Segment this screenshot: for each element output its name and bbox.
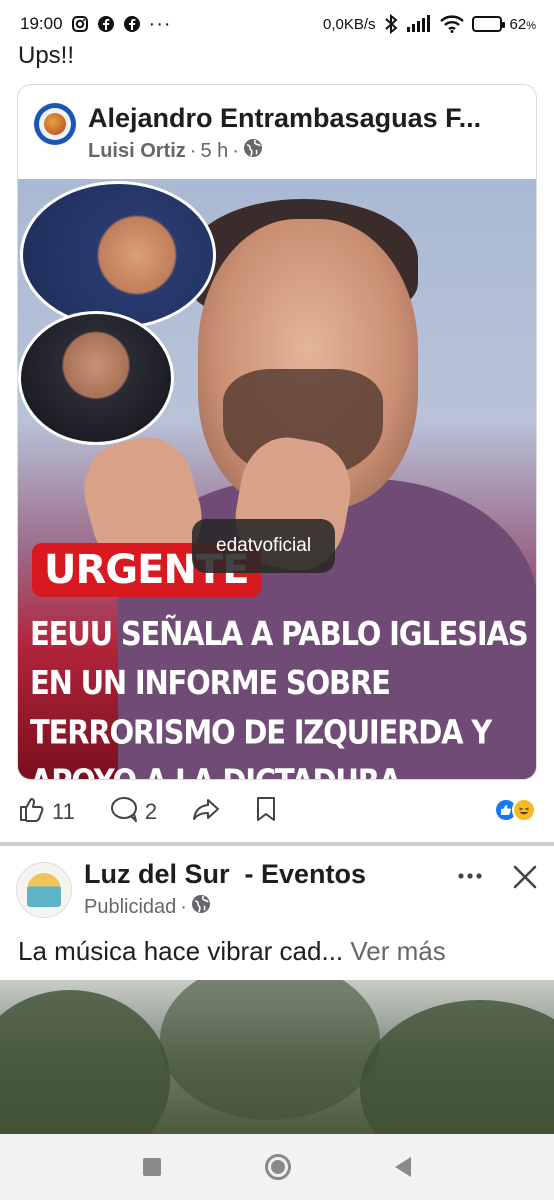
author-name[interactable]: Luisi Ortiz (88, 140, 186, 163)
system-nav-bar (0, 1134, 554, 1200)
headline-line: TERRORISMO DE IZQUIERDA Y (30, 713, 492, 752)
watermark-label: edatvoficial (192, 519, 336, 573)
meta-separator: · (232, 139, 239, 162)
shared-post-header: Alejandro Entrambasaguas F... Luisi Orti… (18, 85, 536, 179)
wifi-icon (439, 15, 464, 33)
battery-icon (471, 16, 505, 32)
haha-reaction-icon (512, 798, 536, 822)
feed-divider (0, 842, 554, 846)
image-headline: EEUU SEÑALA A PABLO IGLESIAS EN UN INFOR… (30, 609, 530, 779)
comment-icon (109, 795, 139, 829)
battery-percent: 62 (509, 15, 527, 33)
ad-caption-text: La música hace vibrar cad... (18, 936, 344, 966)
network-speed: 0,0KB/s (323, 15, 376, 33)
status-time: 19:00 (20, 14, 63, 33)
globe-icon (191, 894, 211, 920)
share-button[interactable] (191, 795, 221, 829)
like-button[interactable]: 11 (18, 795, 75, 829)
battery-unit: % (526, 19, 536, 32)
close-icon[interactable] (512, 864, 538, 895)
facebook-icon (97, 15, 115, 33)
inset-photo-bottom (18, 311, 174, 445)
more-dots-icon: ··· (148, 12, 172, 35)
reaction-summary[interactable] (494, 798, 536, 822)
bookmark-icon (255, 795, 277, 829)
recents-square-icon[interactable] (143, 1158, 161, 1176)
like-count: 11 (52, 799, 75, 824)
ad-media[interactable] (0, 980, 554, 1134)
ad-caption: La música hace vibrar cad... Ver más (18, 936, 446, 967)
ad-post-header: Luz del Sur - Eventos Publicidad · (0, 856, 554, 932)
meta-separator: · (180, 895, 187, 918)
thumbs-up-icon (18, 795, 46, 829)
signal-icon (406, 15, 432, 33)
comment-count: 2 (144, 799, 158, 824)
back-triangle-icon[interactable] (395, 1157, 411, 1177)
status-bar: 19:00 ··· 0,0KB/s 62% (0, 0, 554, 48)
media-tree-shape (360, 1000, 554, 1134)
bluetooth-icon (384, 14, 398, 34)
sponsored-label[interactable]: Publicidad (84, 896, 176, 919)
more-options-icon[interactable] (456, 864, 484, 893)
post-meta: Luisi Ortiz · 5 h · (88, 138, 520, 164)
comment-button[interactable]: 2 (109, 795, 157, 829)
shared-post-card[interactable]: Alejandro Entrambasaguas F... Luisi Orti… (17, 84, 537, 780)
see-more-link[interactable]: Ver más (350, 936, 445, 966)
meta-separator: · (189, 139, 197, 162)
post-text: Ups!! (18, 42, 75, 69)
post-image[interactable]: URGENTE edatvoficial EEUU SEÑALA A PABLO… (18, 179, 536, 779)
ad-meta: Publicidad · (84, 894, 444, 920)
post-time[interactable]: 5 h (200, 140, 228, 163)
post-action-bar: 11 2 (0, 790, 554, 834)
advertiser-name[interactable]: Luz del Sur - Eventos (84, 856, 444, 892)
share-icon (191, 795, 221, 829)
group-name[interactable]: Alejandro Entrambasaguas F... (88, 101, 520, 135)
headline-line: EEUU SEÑALA A PABLO IGLESIAS (30, 614, 529, 653)
headline-line: APOYO A LA DICTADURA CUBANA (30, 757, 530, 779)
facebook-icon (123, 15, 141, 33)
globe-icon (243, 138, 263, 164)
inset-photo-top (20, 181, 216, 329)
advertiser-avatar[interactable] (16, 862, 72, 918)
home-circle-icon[interactable] (265, 1154, 291, 1180)
media-tree-shape (160, 980, 380, 1120)
group-avatar[interactable] (34, 103, 76, 145)
instagram-icon (71, 15, 89, 33)
battery-percent-label: 62% (510, 16, 536, 33)
media-tree-shape (0, 990, 170, 1134)
headline-line: EN UN INFORME SOBRE (30, 663, 391, 702)
save-button[interactable] (255, 795, 277, 829)
